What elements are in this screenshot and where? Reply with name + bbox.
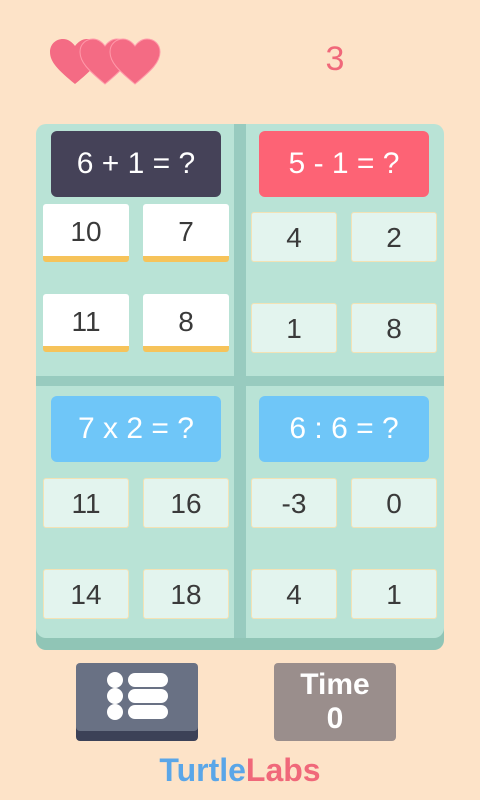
brand-part-1: Turtle bbox=[159, 752, 246, 788]
answer-button[interactable]: 16 bbox=[143, 478, 229, 528]
question-label: 5 - 1 = ? bbox=[259, 131, 429, 197]
answer-button[interactable]: -3 bbox=[251, 478, 337, 528]
quiz-board: 6 + 1 = ? 10 7 11 8 5 - 1 = ? 4 2 1 8 7 … bbox=[36, 124, 444, 638]
quadrant-2: 5 - 1 = ? 4 2 1 8 bbox=[244, 124, 444, 374]
answer-button[interactable]: 4 bbox=[251, 569, 337, 619]
quadrant-3: 7 x 2 = ? 11 16 14 18 bbox=[36, 386, 236, 636]
answer-button[interactable]: 7 bbox=[143, 204, 229, 262]
timer-display: Time 0 bbox=[274, 663, 396, 741]
answer-button[interactable]: 14 bbox=[43, 569, 129, 619]
answer-button[interactable]: 8 bbox=[351, 303, 437, 353]
answer-button[interactable]: 10 bbox=[43, 204, 129, 262]
brand-logo: TurtleLabs bbox=[0, 750, 480, 790]
answer-button[interactable]: 1 bbox=[251, 303, 337, 353]
answer-button[interactable]: 8 bbox=[143, 294, 229, 352]
answer-button[interactable]: 18 bbox=[143, 569, 229, 619]
list-icon bbox=[107, 672, 168, 720]
quadrant-4: 6 : 6 = ? -3 0 4 1 bbox=[244, 386, 444, 636]
horizontal-divider bbox=[36, 376, 444, 386]
question-label: 6 + 1 = ? bbox=[51, 131, 221, 197]
menu-button[interactable] bbox=[76, 663, 198, 731]
answer-button[interactable]: 1 bbox=[351, 569, 437, 619]
time-label: Time bbox=[300, 668, 370, 701]
answer-button[interactable]: 0 bbox=[351, 478, 437, 528]
quadrant-1: 6 + 1 = ? 10 7 11 8 bbox=[36, 124, 236, 374]
answer-button[interactable]: 11 bbox=[43, 294, 129, 352]
answer-button[interactable]: 11 bbox=[43, 478, 129, 528]
score-counter: 3 bbox=[325, 40, 345, 78]
question-label: 6 : 6 = ? bbox=[259, 396, 429, 462]
question-label: 7 x 2 = ? bbox=[51, 396, 221, 462]
answer-button[interactable]: 4 bbox=[251, 212, 337, 262]
answer-button[interactable]: 2 bbox=[351, 212, 437, 262]
brand-part-2: Labs bbox=[245, 752, 321, 788]
heart-icon bbox=[109, 38, 161, 85]
time-value: 0 bbox=[326, 702, 344, 735]
lives-hearts bbox=[48, 38, 164, 86]
